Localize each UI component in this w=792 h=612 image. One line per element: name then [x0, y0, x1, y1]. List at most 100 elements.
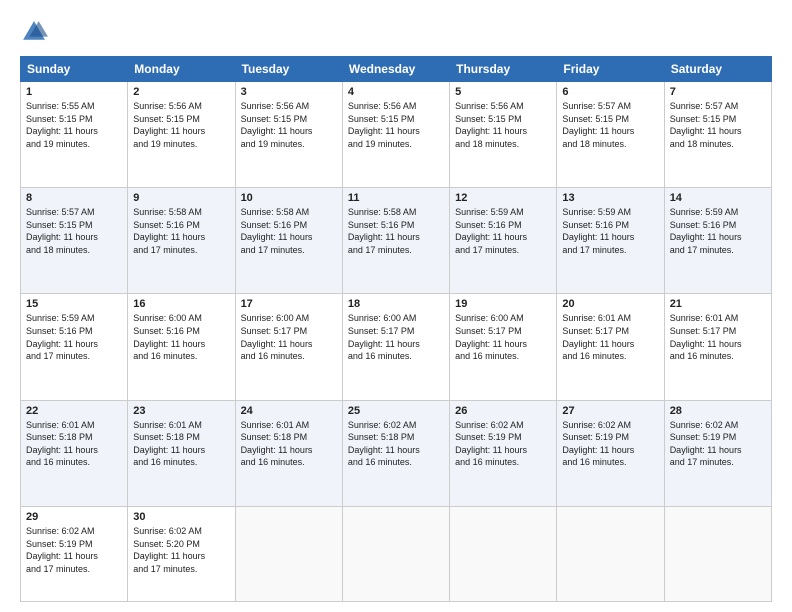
day-info: Sunrise: 5:58 AM Sunset: 5:16 PM Dayligh… — [133, 206, 229, 256]
day-info: Sunrise: 5:56 AM Sunset: 5:15 PM Dayligh… — [455, 100, 551, 150]
day-info: Sunrise: 5:58 AM Sunset: 5:16 PM Dayligh… — [348, 206, 444, 256]
calendar-cell — [557, 506, 664, 601]
calendar-cell — [450, 506, 557, 601]
day-info: Sunrise: 6:02 AM Sunset: 5:19 PM Dayligh… — [455, 419, 551, 469]
week-row-3: 15 Sunrise: 5:59 AM Sunset: 5:16 PM Dayli… — [21, 294, 772, 400]
day-info: Sunrise: 6:02 AM Sunset: 5:19 PM Dayligh… — [26, 525, 122, 575]
day-number: 29 — [26, 511, 122, 523]
day-info: Sunrise: 6:02 AM Sunset: 5:18 PM Dayligh… — [348, 419, 444, 469]
calendar-cell: 16 Sunrise: 6:00 AM Sunset: 5:16 PM Dayli… — [128, 294, 235, 400]
calendar-cell: 30 Sunrise: 6:02 AM Sunset: 5:20 PM Dayli… — [128, 506, 235, 601]
day-number: 27 — [562, 405, 658, 417]
day-number: 2 — [133, 86, 229, 98]
header-friday: Friday — [557, 57, 664, 82]
day-number: 11 — [348, 192, 444, 204]
day-number: 4 — [348, 86, 444, 98]
calendar-cell: 18Sunrise: 6:00 AM Sunset: 5:17 PM Dayli… — [342, 294, 449, 400]
calendar-cell: 25 Sunrise: 6:02 AM Sunset: 5:18 PM Dayli… — [342, 400, 449, 506]
day-info: Sunrise: 6:02 AM Sunset: 5:20 PM Dayligh… — [133, 525, 229, 575]
day-number: 21 — [670, 298, 766, 310]
calendar-cell — [664, 506, 771, 601]
day-info: Sunrise: 6:01 AM Sunset: 5:17 PM Dayligh… — [670, 312, 766, 362]
header-thursday: Thursday — [450, 57, 557, 82]
header-sunday: Sunday — [21, 57, 128, 82]
calendar-cell: 5 Sunrise: 5:56 AM Sunset: 5:15 PM Daylig… — [450, 82, 557, 188]
calendar-cell: 28 Sunrise: 6:02 AM Sunset: 5:19 PM Dayli… — [664, 400, 771, 506]
day-number: 8 — [26, 192, 122, 204]
day-number: 12 — [455, 192, 551, 204]
header-row: SundayMondayTuesdayWednesdayThursdayFrid… — [21, 57, 772, 82]
calendar-cell: 24Sunrise: 6:01 AM Sunset: 5:18 PM Dayli… — [235, 400, 342, 506]
day-number: 25 — [348, 405, 444, 417]
day-number: 19 — [455, 298, 551, 310]
week-row-4: 22 Sunrise: 6:01 AM Sunset: 5:18 PM Dayli… — [21, 400, 772, 506]
day-info: Sunrise: 6:00 AM Sunset: 5:17 PM Dayligh… — [348, 312, 444, 362]
day-info: Sunrise: 5:59 AM Sunset: 5:16 PM Dayligh… — [562, 206, 658, 256]
day-number: 20 — [562, 298, 658, 310]
day-number: 16 — [133, 298, 229, 310]
day-number: 15 — [26, 298, 122, 310]
day-info: Sunrise: 6:01 AM Sunset: 5:18 PM Dayligh… — [26, 419, 122, 469]
day-info: Sunrise: 6:00 AM Sunset: 5:17 PM Dayligh… — [241, 312, 337, 362]
day-info: Sunrise: 6:01 AM Sunset: 5:18 PM Dayligh… — [133, 419, 229, 469]
day-info: Sunrise: 6:01 AM Sunset: 5:18 PM Dayligh… — [241, 419, 337, 469]
day-number: 6 — [562, 86, 658, 98]
calendar-cell: 15 Sunrise: 5:59 AM Sunset: 5:16 PM Dayli… — [21, 294, 128, 400]
day-info: Sunrise: 6:00 AM Sunset: 5:16 PM Dayligh… — [133, 312, 229, 362]
week-row-5: 29 Sunrise: 6:02 AM Sunset: 5:19 PM Dayli… — [21, 506, 772, 601]
calendar-cell: 26Sunrise: 6:02 AM Sunset: 5:19 PM Dayli… — [450, 400, 557, 506]
day-number: 10 — [241, 192, 337, 204]
day-number: 13 — [562, 192, 658, 204]
day-info: Sunrise: 6:02 AM Sunset: 5:19 PM Dayligh… — [562, 419, 658, 469]
calendar-cell: 19Sunrise: 6:00 AM Sunset: 5:17 PM Dayli… — [450, 294, 557, 400]
day-number: 28 — [670, 405, 766, 417]
day-number: 22 — [26, 405, 122, 417]
day-info: Sunrise: 5:56 AM Sunset: 5:15 PM Dayligh… — [133, 100, 229, 150]
day-info: Sunrise: 5:57 AM Sunset: 5:15 PM Dayligh… — [562, 100, 658, 150]
calendar: SundayMondayTuesdayWednesdayThursdayFrid… — [20, 56, 772, 602]
calendar-cell: 22 Sunrise: 6:01 AM Sunset: 5:18 PM Dayli… — [21, 400, 128, 506]
week-row-2: 8Sunrise: 5:57 AM Sunset: 5:15 PM Daylig… — [21, 188, 772, 294]
day-number: 5 — [455, 86, 551, 98]
day-number: 14 — [670, 192, 766, 204]
logo-icon — [20, 18, 48, 46]
day-info: Sunrise: 5:56 AM Sunset: 5:15 PM Dayligh… — [241, 100, 337, 150]
header-saturday: Saturday — [664, 57, 771, 82]
day-info: Sunrise: 6:01 AM Sunset: 5:17 PM Dayligh… — [562, 312, 658, 362]
logo — [20, 18, 52, 46]
calendar-cell: 12Sunrise: 5:59 AM Sunset: 5:16 PM Dayli… — [450, 188, 557, 294]
day-info: Sunrise: 5:59 AM Sunset: 5:16 PM Dayligh… — [670, 206, 766, 256]
day-number: 17 — [241, 298, 337, 310]
calendar-cell: 2 Sunrise: 5:56 AM Sunset: 5:15 PM Daylig… — [128, 82, 235, 188]
calendar-cell: 1Sunrise: 5:55 AM Sunset: 5:15 PM Daylig… — [21, 82, 128, 188]
calendar-cell: 4 Sunrise: 5:56 AM Sunset: 5:15 PM Daylig… — [342, 82, 449, 188]
day-info: Sunrise: 6:02 AM Sunset: 5:19 PM Dayligh… — [670, 419, 766, 469]
calendar-cell: 7Sunrise: 5:57 AM Sunset: 5:15 PM Daylig… — [664, 82, 771, 188]
day-info: Sunrise: 5:59 AM Sunset: 5:16 PM Dayligh… — [26, 312, 122, 362]
calendar-cell: 23Sunrise: 6:01 AM Sunset: 5:18 PM Dayli… — [128, 400, 235, 506]
calendar-cell: 10Sunrise: 5:58 AM Sunset: 5:16 PM Dayli… — [235, 188, 342, 294]
calendar-cell: 21 Sunrise: 6:01 AM Sunset: 5:17 PM Dayli… — [664, 294, 771, 400]
calendar-cell — [342, 506, 449, 601]
calendar-cell: 14 Sunrise: 5:59 AM Sunset: 5:16 PM Dayli… — [664, 188, 771, 294]
day-info: Sunrise: 5:55 AM Sunset: 5:15 PM Dayligh… — [26, 100, 122, 150]
day-number: 30 — [133, 511, 229, 523]
calendar-cell: 6 Sunrise: 5:57 AM Sunset: 5:15 PM Daylig… — [557, 82, 664, 188]
page: SundayMondayTuesdayWednesdayThursdayFrid… — [0, 0, 792, 612]
top-section — [20, 18, 772, 46]
calendar-cell: 9 Sunrise: 5:58 AM Sunset: 5:16 PM Daylig… — [128, 188, 235, 294]
day-number: 7 — [670, 86, 766, 98]
calendar-cell: 13 Sunrise: 5:59 AM Sunset: 5:16 PM Dayli… — [557, 188, 664, 294]
calendar-cell: 11 Sunrise: 5:58 AM Sunset: 5:16 PM Dayli… — [342, 188, 449, 294]
header-monday: Monday — [128, 57, 235, 82]
calendar-cell: 17 Sunrise: 6:00 AM Sunset: 5:17 PM Dayli… — [235, 294, 342, 400]
header-wednesday: Wednesday — [342, 57, 449, 82]
day-number: 9 — [133, 192, 229, 204]
week-row-1: 1Sunrise: 5:55 AM Sunset: 5:15 PM Daylig… — [21, 82, 772, 188]
calendar-cell: 3 Sunrise: 5:56 AM Sunset: 5:15 PM Daylig… — [235, 82, 342, 188]
calendar-cell: 27 Sunrise: 6:02 AM Sunset: 5:19 PM Dayli… — [557, 400, 664, 506]
day-number: 3 — [241, 86, 337, 98]
calendar-cell — [235, 506, 342, 601]
day-info: Sunrise: 5:56 AM Sunset: 5:15 PM Dayligh… — [348, 100, 444, 150]
calendar-cell: 8Sunrise: 5:57 AM Sunset: 5:15 PM Daylig… — [21, 188, 128, 294]
